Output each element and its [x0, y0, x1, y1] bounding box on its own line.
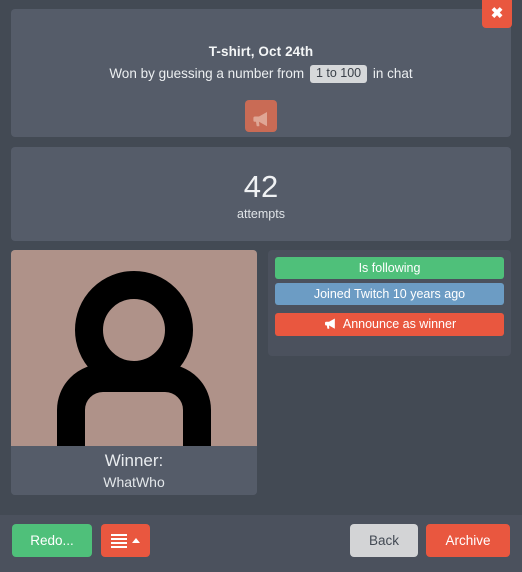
megaphone-glyph: [253, 112, 267, 127]
default-user-avatar-icon: [57, 271, 211, 446]
winner-details-panel: Is following Joined Twitch 10 years ago …: [268, 250, 511, 356]
rule-prefix: Won by guessing a number from: [109, 66, 305, 81]
caret-up-icon: [132, 538, 140, 543]
megaphone-icon[interactable]: [245, 100, 277, 132]
announce-as-winner-button[interactable]: Announce as winner: [275, 313, 504, 336]
winner-name: WhatWho: [103, 474, 165, 490]
attempts-label: attempts: [237, 207, 285, 221]
winner-caption-title: Winner:: [104, 451, 164, 470]
options-menu-button[interactable]: [101, 524, 150, 557]
options-menu-inner: [101, 524, 150, 557]
winner-card[interactable]: Winner: WhatWho: [11, 250, 257, 495]
megaphone-glyph: [324, 318, 335, 329]
announce-as-winner-label: Announce as winner: [342, 317, 457, 331]
rule-suffix: in chat: [372, 66, 413, 81]
close-icon[interactable]: ✖: [482, 0, 512, 28]
avatar: [11, 250, 257, 446]
number-range-tag: 1 to 100: [309, 65, 368, 83]
winner-caption: Winner: WhatWho: [11, 446, 257, 495]
redo-button[interactable]: Redo...: [12, 524, 92, 557]
attempts-panel: 42 attempts: [11, 147, 511, 241]
megaphone-icon: [323, 315, 338, 338]
hamburger-menu-icon: [111, 533, 127, 548]
prize-info-panel: T-shirt, Oct 24th Won by guessing a numb…: [11, 9, 511, 137]
status-badge-joined: Joined Twitch 10 years ago: [275, 283, 504, 305]
attempts-count: 42: [243, 169, 279, 204]
page-title: T-shirt, Oct 24th: [208, 44, 314, 59]
status-badge-following: Is following: [275, 257, 504, 279]
back-button[interactable]: Back: [350, 524, 418, 557]
rule-description: Won by guessing a number from 1 to 100 i…: [11, 65, 511, 83]
archive-button[interactable]: Archive: [426, 524, 510, 557]
